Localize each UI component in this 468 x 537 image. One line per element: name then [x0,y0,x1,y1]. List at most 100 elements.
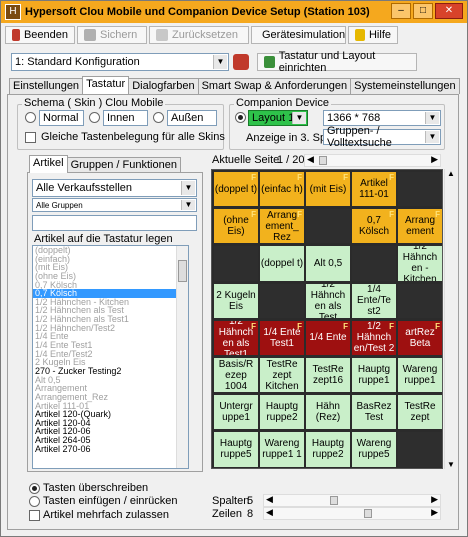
key-cell[interactable]: Wareng ruppe5 [352,432,396,467]
key-cell[interactable] [260,283,304,318]
config-settings-icon[interactable] [233,54,249,70]
hilfe-button[interactable]: Hilfe [348,26,398,44]
key-cell[interactable]: (mit Eis) F [306,172,350,207]
scroll-left-icon[interactable]: ◀ [266,507,273,518]
key-cell[interactable]: artRez Beta F [398,320,442,355]
tab-einstellungen[interactable]: Einstellungen [9,78,84,94]
scroll-thumb[interactable] [178,260,187,282]
spalten-thumb[interactable] [330,496,338,505]
scroll-down-icon[interactable]: ▼ [447,460,455,469]
flag-icon: F [251,173,256,182]
spalten-slider[interactable]: ◀ ▶ [263,494,441,507]
key-cell[interactable]: 1/2 Hähnch en als Test1 F [214,320,258,355]
scroll-right-icon[interactable]: ▶ [431,507,438,518]
gleiche-checkbox[interactable] [25,132,36,143]
normal-radio[interactable] [25,112,36,123]
key-cell[interactable] [352,246,396,281]
page-scroll-thumb[interactable] [319,156,327,165]
key-cell[interactable]: Artikel 111-01 F [352,172,396,207]
innen-radio[interactable] [89,112,100,123]
scroll-left-icon[interactable]: ◀ [266,494,273,505]
zuruecksetzen-button[interactable]: Zurücksetzen [149,26,249,44]
tab-tastatur[interactable]: Tastatur [82,76,130,94]
tab-systemeinstellungen[interactable]: Systemeinstellungen [350,78,460,94]
key-cell[interactable]: 0,7 Kölsch F [352,209,396,244]
key-cell[interactable] [398,283,442,318]
tab-smart-swap[interactable]: Smart Swap & Anforderungen [197,78,352,94]
article-list[interactable]: (doppelt) (einfach) (mit Eis) (ohne Eis) 0,7… [32,245,189,469]
article-search-input[interactable] [32,215,197,231]
key-cell[interactable]: Untergr uppe1 [214,395,258,430]
sichern-button[interactable]: Sichern [77,26,147,44]
key-cell[interactable]: 1/4 Ente F [306,320,350,355]
key-cell[interactable]: Hauptg ruppe5 [214,432,258,467]
verkaufsstellen-select[interactable]: Alle Verkaufsstellen ▼ [32,179,197,197]
tab-artikel[interactable]: Artikel [29,155,68,173]
key-cell[interactable]: Arrang ement_ Rez F [260,209,304,244]
key-cell[interactable]: 2 Kugeln Eis [214,283,258,318]
geraetesimulation-button[interactable]: Gerätesimulation [251,26,346,44]
key-cell[interactable]: TestRe zept [398,395,442,430]
page-scrollbar[interactable]: ◀ ▶ [304,154,441,167]
key-cell[interactable]: Basis/R ezep 1004 [214,358,258,393]
key-cell[interactable]: (einfac h) F [260,172,304,207]
key-cell[interactable]: Hauptg ruppe2 [260,395,304,430]
gruppen-select[interactable]: Alle Gruppen ▼ [32,198,197,212]
minimize-button[interactable]: – [391,3,411,19]
key-grid-scrollbar[interactable]: ▲ ▼ [444,169,456,469]
close-button[interactable]: ✕ [435,3,463,19]
config-select[interactable]: 1: Standard Konfiguration ▼ [11,53,229,71]
title-bar: H Hypersoft Clou Mobile und Companion De… [1,1,467,23]
resolution-select[interactable]: 1366 * 768 ▼ [323,110,441,126]
key-cell[interactable]: Hauptg ruppe1 [352,358,396,393]
key-cell[interactable]: Wareng ruppe1 1 [260,432,304,467]
chevron-down-icon: ▼ [213,55,227,69]
ueberschreiben-radio[interactable] [29,483,40,494]
flag-icon: F [435,210,440,220]
key-cell[interactable]: (doppel t) [260,246,304,281]
key-cell[interactable] [398,432,442,467]
key-cell[interactable]: 1/2 Hähnch en - Kitchen [398,246,442,281]
key-cell[interactable]: 1/2 Hähnch en/Test 2F [352,320,396,355]
tab-dialogfarben[interactable]: Dialogfarben [128,78,199,94]
key-cell[interactable]: Hähn (Rez) [306,395,350,430]
key-label: 2 Kugeln Eis [216,289,256,312]
scroll-right-icon[interactable]: ▶ [431,154,438,165]
layout-select[interactable]: Layout 1 ▼ [248,110,308,126]
key-cell[interactable] [306,209,350,244]
key-cell[interactable] [398,172,442,207]
key-cell[interactable]: Wareng ruppe1 [398,358,442,393]
mehrfach-checkbox[interactable] [29,510,40,521]
key-cell[interactable]: 1/4 Ente/Te st2 [352,283,396,318]
zeilen-thumb[interactable] [364,509,372,518]
beenden-button[interactable]: Beenden [5,26,75,44]
key-cell[interactable]: Hauptg ruppe2 [306,432,350,467]
flag-icon: F [343,321,348,331]
key-cell[interactable]: BasRez Test [352,395,396,430]
layout-radio[interactable] [235,112,246,123]
aussen-radio[interactable] [153,112,164,123]
scroll-left-icon[interactable]: ◀ [307,154,314,165]
chevron-down-icon: ▼ [425,131,439,143]
innen-label-box: Innen [103,110,148,126]
key-cell[interactable]: (ohne Eis) F [214,209,258,244]
key-cell[interactable]: TestRe zept16 [306,358,350,393]
key-cell[interactable] [214,246,258,281]
tastatur-layout-button[interactable]: Tastatur und Layout einrichten [257,50,417,74]
key-cell[interactable]: Alt 0,5 [306,246,350,281]
key-cell[interactable]: 1/2 Hähnch en als Test [306,283,350,318]
tab-gruppen[interactable]: Gruppen / Funktionen [66,157,181,173]
key-cell[interactable]: 1/4 Ente Test1 F [260,320,304,355]
anzeige-select[interactable]: Gruppen- / Volltextsuche ▼ [323,125,441,149]
maximize-button[interactable]: □ [413,3,433,19]
einfuegen-radio[interactable] [29,496,40,507]
list-item[interactable]: Artikel 270-06 [33,444,188,454]
scroll-right-icon[interactable]: ▶ [431,494,438,505]
zeilen-slider[interactable]: ◀ ▶ [263,507,441,520]
key-cell[interactable]: (doppel t) F [214,172,258,207]
key-cell[interactable]: TestRe zept Kitchen [260,358,304,393]
zeilen-label: Zeilen [212,508,242,520]
key-cell[interactable]: Arrang ement F [398,209,442,244]
article-list-scrollbar[interactable] [176,246,188,468]
scroll-up-icon[interactable]: ▲ [447,169,455,178]
